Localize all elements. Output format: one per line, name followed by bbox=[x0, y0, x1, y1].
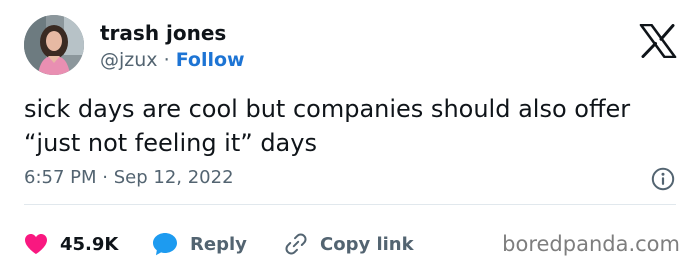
link-icon bbox=[285, 233, 307, 255]
author-meta: @jzux · Follow bbox=[100, 48, 245, 72]
tweet-text-line: sick days are cool but companies should … bbox=[24, 95, 631, 123]
like-count: 45.9K bbox=[60, 233, 119, 255]
like-button[interactable]: 45.9K bbox=[24, 233, 118, 255]
avatar[interactable] bbox=[24, 15, 84, 75]
tweet-text-line: “just not feeling it” days bbox=[24, 129, 317, 157]
heart-icon bbox=[25, 234, 47, 254]
reply-label: Reply bbox=[190, 233, 247, 255]
x-logo-icon[interactable] bbox=[639, 24, 677, 58]
tweet-timestamp[interactable]: 6:57 PM · Sep 12, 2022 bbox=[24, 167, 234, 189]
tweet-time: 6:57 PM bbox=[24, 167, 97, 188]
info-icon[interactable] bbox=[651, 167, 675, 191]
timestamp-separator: · bbox=[102, 167, 108, 188]
handle-separator: · bbox=[163, 49, 170, 71]
tweet-text: sick days are cool but companies should … bbox=[24, 92, 684, 160]
follow-button[interactable]: Follow bbox=[176, 49, 245, 71]
author-handle[interactable]: @jzux bbox=[100, 49, 158, 71]
speech-bubble-icon bbox=[153, 233, 177, 256]
divider bbox=[24, 204, 676, 205]
watermark: boredpanda.com bbox=[502, 232, 680, 256]
copy-link-label: Copy link bbox=[320, 233, 414, 255]
author-name[interactable]: trash jones bbox=[100, 21, 226, 45]
reply-button[interactable]: Reply bbox=[152, 232, 247, 256]
avatar-photo bbox=[24, 15, 84, 75]
copy-link-button[interactable]: Copy link bbox=[284, 232, 414, 256]
tweet-date: Sep 12, 2022 bbox=[113, 167, 234, 188]
